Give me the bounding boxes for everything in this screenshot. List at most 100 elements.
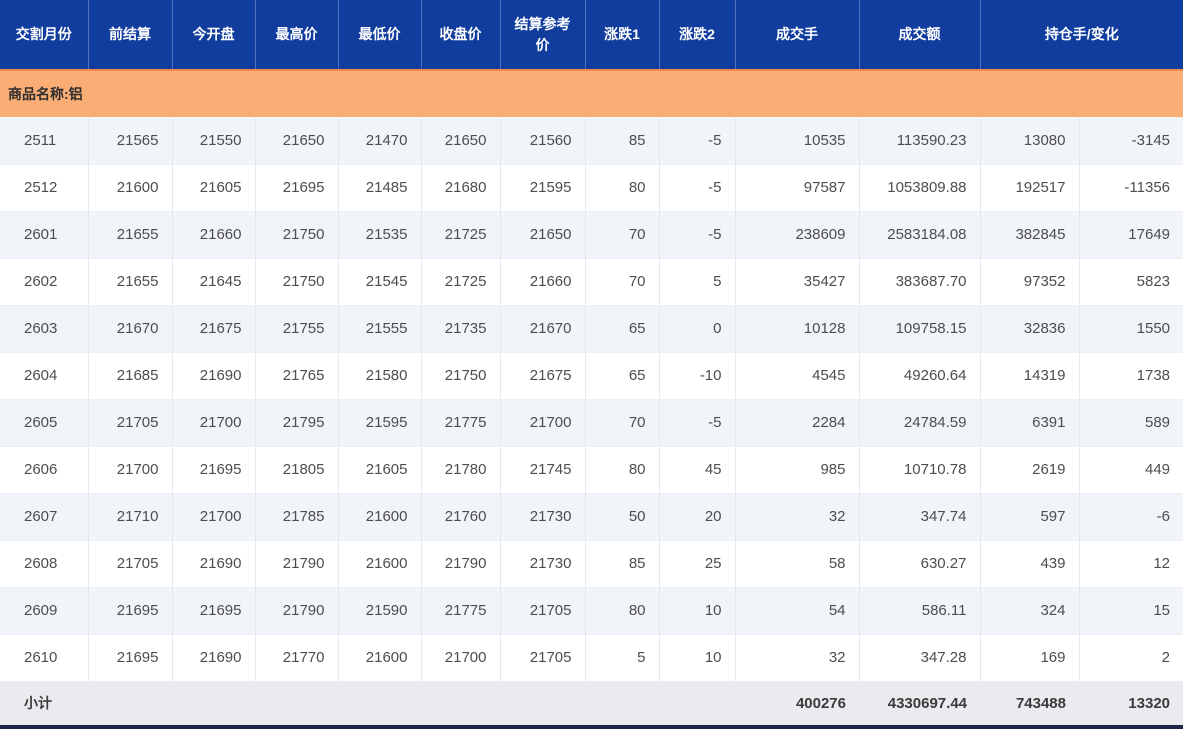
column-header-change1: 涨跌1 [585,0,660,70]
cell-close: 21760 [421,493,501,541]
cell-prev-settlement: 21705 [88,399,173,447]
cell-turnover: 630.27 [859,540,981,588]
cell-change2: 0 [659,305,736,353]
cell-volume: 2284 [735,399,860,447]
cell-low: 21485 [338,164,422,212]
table-row: 2512 21600 21605 21695 21485 21680 21595… [0,164,1183,212]
cell-prev-settlement: 21655 [88,258,173,306]
cell-open-interest: 382845 [980,211,1080,259]
cell-volume: 54 [735,587,860,635]
subtotal-section: 小计 400276 4330697.44 743488 13320 [0,681,1183,725]
cell-change1: 50 [585,493,660,541]
cell-delivery-month: 2601 [0,211,89,259]
table-row: 2604 21685 21690 21765 21580 21750 21675… [0,352,1183,400]
cell-open-interest: 6391 [980,399,1080,447]
cell-change2: -5 [659,117,736,165]
subtotal-spacer [88,681,735,725]
cell-settlement-ref: 21660 [500,258,586,306]
cell-prev-settlement: 21695 [88,587,173,635]
column-header-delivery-month: 交割月份 [0,0,89,70]
cell-change1: 85 [585,540,660,588]
cell-oi-change: -11356 [1079,164,1183,212]
cell-open-interest: 597 [980,493,1080,541]
column-header-prev-settlement: 前结算 [88,0,173,70]
cell-change2: 25 [659,540,736,588]
cell-oi-change: 449 [1079,446,1183,494]
cell-change2: -5 [659,164,736,212]
cell-high: 21805 [255,446,339,494]
column-header-volume: 成交手 [735,0,860,70]
cell-close: 21775 [421,399,501,447]
cell-high: 21785 [255,493,339,541]
cell-change2: -5 [659,399,736,447]
cell-open: 21690 [172,540,256,588]
cell-close: 21700 [421,634,501,682]
cell-volume: 238609 [735,211,860,259]
cell-settlement-ref: 21675 [500,352,586,400]
cell-open-interest: 2619 [980,446,1080,494]
cell-open-interest: 32836 [980,305,1080,353]
cell-change1: 80 [585,446,660,494]
cell-oi-change: -3145 [1079,117,1183,165]
cell-close: 21780 [421,446,501,494]
table-row: 2601 21655 21660 21750 21535 21725 21650… [0,211,1183,259]
cell-close: 21725 [421,211,501,259]
cell-prev-settlement: 21685 [88,352,173,400]
table-row: 2603 21670 21675 21755 21555 21735 21670… [0,305,1183,353]
table-row: 2609 21695 21695 21790 21590 21775 21705… [0,587,1183,635]
cell-turnover: 347.74 [859,493,981,541]
cell-turnover: 2583184.08 [859,211,981,259]
cell-prev-settlement: 21700 [88,446,173,494]
cell-turnover: 383687.70 [859,258,981,306]
cell-settlement-ref: 21705 [500,587,586,635]
cell-low: 21600 [338,493,422,541]
futures-quotes-page: 交割月份 前结算 今开盘 最高价 最低价 收盘价 结算参考价 涨跌1 涨跌2 成… [0,0,1183,729]
cell-oi-change: 15 [1079,587,1183,635]
subtotal-turnover: 4330697.44 [859,681,980,725]
cell-open: 21645 [172,258,256,306]
cell-delivery-month: 2603 [0,305,89,353]
section-divider-bar [0,725,1183,729]
cell-change2: 10 [659,634,736,682]
cell-high: 21695 [255,164,339,212]
cell-prev-settlement: 21670 [88,305,173,353]
cell-delivery-month: 2606 [0,446,89,494]
cell-high: 21755 [255,305,339,353]
cell-low: 21535 [338,211,422,259]
cell-open-interest: 169 [980,634,1080,682]
cell-close: 21650 [421,117,501,165]
cell-oi-change: 2 [1079,634,1183,682]
cell-open: 21675 [172,305,256,353]
cell-prev-settlement: 21565 [88,117,173,165]
table-body: 2511 21565 21550 21650 21470 21650 21560… [0,117,1183,682]
cell-open: 21690 [172,352,256,400]
subtotal-open-interest: 743488 [980,681,1079,725]
cell-low: 21580 [338,352,422,400]
cell-low: 21555 [338,305,422,353]
cell-settlement-ref: 21595 [500,164,586,212]
cell-open-interest: 14319 [980,352,1080,400]
cell-low: 21600 [338,634,422,682]
cell-prev-settlement: 21655 [88,211,173,259]
column-header-change2: 涨跌2 [659,0,736,70]
column-header-open-interest-change: 持仓手/变化 [980,0,1183,70]
cell-delivery-month: 2609 [0,587,89,635]
cell-change2: -10 [659,352,736,400]
table-row: 2607 21710 21700 21785 21600 21760 21730… [0,493,1183,541]
cell-settlement-ref: 21670 [500,305,586,353]
cell-open-interest: 13080 [980,117,1080,165]
cell-prev-settlement: 21710 [88,493,173,541]
cell-turnover: 586.11 [859,587,981,635]
cell-prev-settlement: 21695 [88,634,173,682]
cell-change1: 70 [585,258,660,306]
cell-high: 21790 [255,587,339,635]
cell-prev-settlement: 21705 [88,540,173,588]
cell-open: 21690 [172,634,256,682]
cell-volume: 32 [735,493,860,541]
cell-open: 21605 [172,164,256,212]
cell-volume: 985 [735,446,860,494]
table-row: 2608 21705 21690 21790 21600 21790 21730… [0,540,1183,588]
cell-settlement-ref: 21730 [500,540,586,588]
subtotal-row: 小计 400276 4330697.44 743488 13320 [0,681,1183,725]
cell-delivery-month: 2608 [0,540,89,588]
